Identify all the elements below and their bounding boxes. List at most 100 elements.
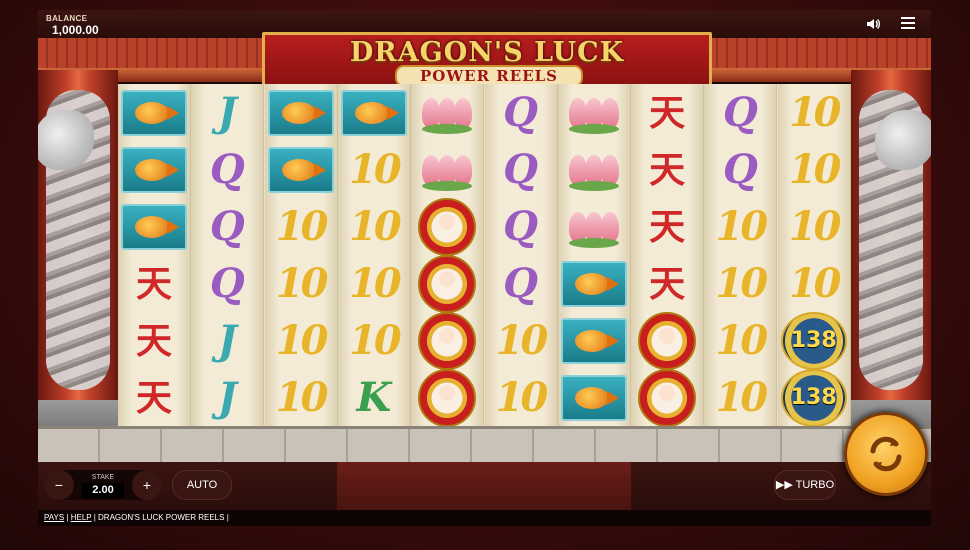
reel-cell: 10 xyxy=(265,312,337,369)
reel-column: 天天天 xyxy=(118,84,191,426)
reel-cell: 10 xyxy=(338,255,410,312)
reel-cell: Q xyxy=(191,141,263,198)
turbo-button[interactable]: ▶▶ TURBO xyxy=(774,470,836,500)
reel-cell: 天 xyxy=(118,255,190,312)
symbol-10: 10 xyxy=(495,316,549,364)
reel-cell xyxy=(631,311,703,370)
auto-button[interactable]: AUTO xyxy=(172,470,232,500)
reel-cell: 10 xyxy=(265,198,337,255)
speaker-icon[interactable] xyxy=(865,16,881,32)
koi-fish-symbol xyxy=(267,89,334,136)
reel-cell xyxy=(411,141,483,198)
lotus-flower-symbol xyxy=(565,206,623,248)
reel-cell xyxy=(338,84,410,141)
symbol-10: 10 xyxy=(715,202,769,250)
reel-cell: J xyxy=(191,84,263,141)
reel-cell: 10 xyxy=(338,198,410,255)
symbol-kanji: 天 xyxy=(649,205,686,248)
spin-button[interactable] xyxy=(844,412,928,496)
help-link[interactable]: HELP xyxy=(71,513,92,522)
koi-fish-symbol xyxy=(121,203,187,250)
symbol-kanji: 天 xyxy=(649,91,686,134)
reel-column: 10 10 10 10 138 138 xyxy=(777,84,851,427)
fortune-doll-symbol xyxy=(418,311,477,370)
symbol-q: Q xyxy=(722,145,758,193)
symbol-10: 10 xyxy=(495,373,549,421)
reel-cell xyxy=(265,141,337,198)
symbol-10: 10 xyxy=(788,259,842,307)
reel-cell: J xyxy=(191,369,263,426)
symbol-kanji: 天 xyxy=(649,262,686,305)
reel-cell: Q xyxy=(191,198,263,255)
symbol-10: 10 xyxy=(788,145,842,193)
reel-column: Q Q 10 10 10 10 xyxy=(704,84,778,426)
reel-cell: 10 xyxy=(338,312,410,369)
lotus-flower-symbol xyxy=(418,149,476,191)
koi-fish-symbol xyxy=(560,374,627,421)
koi-fish-symbol xyxy=(560,260,627,307)
lotus-flower-symbol xyxy=(565,149,623,191)
fortune-doll-symbol xyxy=(418,254,477,313)
reel-cell xyxy=(118,84,190,141)
reel-cell: 天 xyxy=(118,312,190,369)
game-logo: DRAGON'S LUCK POWER REELS xyxy=(262,32,712,90)
balance-label: BALANCE xyxy=(46,14,88,23)
symbol-k: K xyxy=(356,373,392,421)
logo-title: DRAGON'S LUCK xyxy=(349,37,625,68)
spin-arrows-icon xyxy=(870,436,902,472)
reel-column xyxy=(557,84,631,426)
symbol-j: J xyxy=(217,373,237,421)
reel-cell: 天 xyxy=(631,255,703,312)
stake-control: − STAKE 2.00 + xyxy=(44,470,162,500)
lotus-flower-symbol xyxy=(418,92,476,134)
reel-column: 10 10 10 10 xyxy=(264,84,338,426)
reel-cell: Q xyxy=(485,198,557,255)
reel-cell: 10 xyxy=(338,141,410,198)
reel-column: 天天天天 xyxy=(631,84,705,427)
reel-cell xyxy=(118,141,190,198)
reel-cell: 天 xyxy=(631,198,703,255)
fortune-doll-symbol xyxy=(418,197,477,256)
reel-cell xyxy=(631,368,703,427)
right-pillar xyxy=(845,70,931,455)
fortune-doll-symbol xyxy=(418,368,477,427)
symbol-10: 10 xyxy=(349,259,402,307)
game-frame: BALANCE 1,000.00 DRAGON'S LUCK POWER REE… xyxy=(38,10,931,526)
reel-cell xyxy=(558,369,630,426)
reel-cell xyxy=(558,255,630,312)
symbol-j: J xyxy=(217,88,237,136)
footer-bar: PAYS | HELP | DRAGON'S LUCK POWER REELS … xyxy=(38,510,931,526)
fast-forward-icon: ▶▶ xyxy=(775,479,793,491)
reel-cell: 天 xyxy=(631,141,703,198)
reel-cell: 10 xyxy=(778,255,850,312)
reel-cell xyxy=(558,141,630,198)
reel-cell: 10 xyxy=(265,255,337,312)
reel-cell: 138 xyxy=(778,311,850,370)
reel-cell xyxy=(411,197,483,256)
reel-cell: Q xyxy=(704,84,776,141)
koi-fish-symbol xyxy=(560,317,627,364)
reel-cell: 10 xyxy=(704,198,776,255)
reel-cell: 10 xyxy=(704,369,776,426)
control-bar: − STAKE 2.00 + AUTO ▶▶ TURBO xyxy=(38,462,931,510)
symbol-q: Q xyxy=(503,88,538,136)
reel-cell: Q xyxy=(485,141,557,198)
reel-column: JQQQJJ xyxy=(191,84,265,426)
reel-grid: 天天天 J Q Q Q J J 10 10 10 10 10 10 10 10 K Q Q Q Q 10 10 天天天天 Q Q… xyxy=(118,84,851,427)
symbol-q: Q xyxy=(503,259,538,307)
symbol-10: 10 xyxy=(275,373,329,421)
stake-decrease-button[interactable]: − xyxy=(44,470,74,500)
hamburger-menu-icon[interactable] xyxy=(901,17,915,31)
reel-cell: J xyxy=(191,312,263,369)
stake-increase-button[interactable]: + xyxy=(132,470,162,500)
lotus-flower-symbol xyxy=(565,92,623,134)
reel-cell: 10 xyxy=(704,255,776,312)
koi-fish-symbol xyxy=(121,89,187,136)
fortune-doll-symbol xyxy=(638,311,697,370)
pays-link[interactable]: PAYS xyxy=(44,513,64,522)
symbol-10: 10 xyxy=(788,88,842,136)
symbol-q: Q xyxy=(722,88,758,136)
control-bar-center xyxy=(337,462,631,510)
turbo-label: TURBO xyxy=(795,479,835,491)
stone-floor xyxy=(38,426,931,465)
